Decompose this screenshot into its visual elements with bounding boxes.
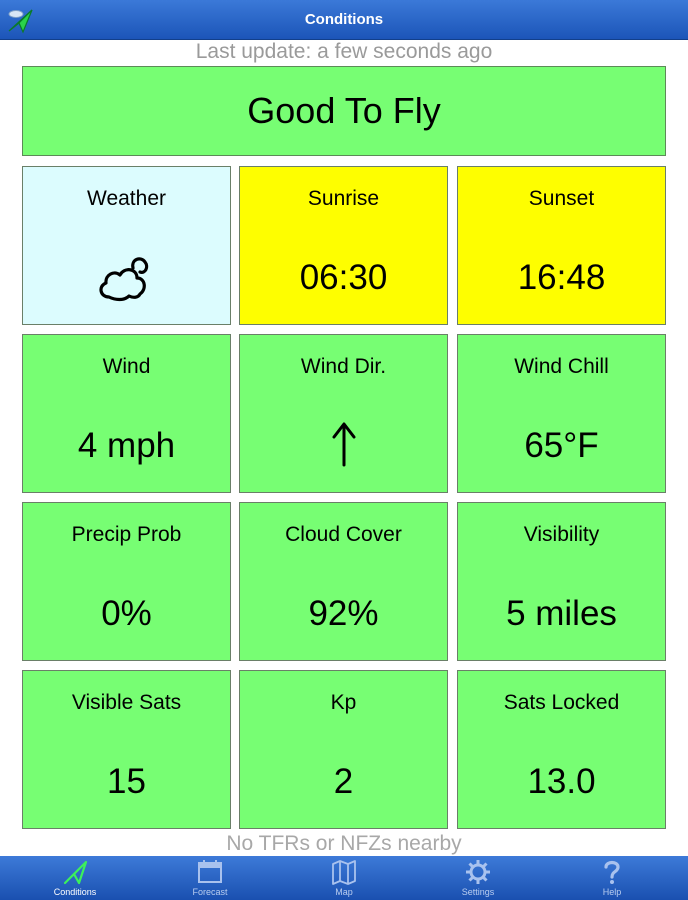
tab-label: Conditions	[53, 887, 97, 897]
tile-value: 2	[333, 762, 354, 801]
arrow-up-icon	[332, 422, 355, 467]
tile-value: 0%	[101, 594, 152, 633]
top-bar: Conditions	[0, 0, 688, 40]
tile-label: Sats Locked	[503, 691, 620, 714]
sunrise-tile[interactable]: Sunrise 06:30	[239, 166, 448, 325]
tab-label: Forecast	[192, 887, 228, 897]
visibility-tile[interactable]: Visibility 5 miles	[457, 502, 666, 661]
airspace-note: No TFRs or NFZs nearby	[226, 832, 462, 855]
paper-plane-icon	[63, 860, 88, 885]
tile-value: 16:48	[517, 258, 606, 297]
last-update-text: Last update: a few seconds ago	[195, 40, 493, 63]
gear-icon	[466, 860, 490, 884]
tab-conditions[interactable]: Conditions	[25, 856, 125, 900]
tile-value: 06:30	[299, 258, 388, 297]
tile-value: 5 miles	[506, 594, 617, 633]
tile-value: 15	[107, 762, 146, 801]
sats-locked-tile[interactable]: Sats Locked 13.0	[457, 670, 666, 829]
tile-label: Wind Chill	[514, 355, 609, 378]
page-title: Conditions	[304, 11, 384, 28]
wind-direction-tile[interactable]: Wind Dir.	[239, 334, 448, 493]
visible-sats-tile[interactable]: Visible Sats 15	[22, 670, 231, 829]
tab-help[interactable]: Help	[562, 856, 662, 900]
question-icon	[604, 860, 620, 884]
tile-value: 4 mph	[77, 426, 176, 465]
tile-label: Sunrise	[307, 187, 380, 210]
sunset-tile[interactable]: Sunset 16:48	[457, 166, 666, 325]
tab-label: Map	[335, 887, 353, 897]
precip-prob-tile[interactable]: Precip Prob 0%	[22, 502, 231, 661]
map-icon	[332, 860, 356, 885]
tab-map[interactable]: Map	[294, 856, 394, 900]
tab-label: Help	[602, 887, 622, 897]
weather-tile[interactable]: Weather	[22, 166, 231, 325]
tile-label: Visible Sats	[71, 691, 182, 714]
tile-label: Kp	[330, 691, 357, 714]
cloud-cover-tile[interactable]: Cloud Cover 92%	[239, 502, 448, 661]
tile-value: 92%	[308, 594, 379, 633]
tile-value: 65°F	[524, 426, 599, 465]
tab-label: Settings	[461, 887, 495, 897]
fly-status-banner: Good To Fly	[22, 66, 666, 156]
wind-chill-tile[interactable]: Wind Chill 65°F	[457, 334, 666, 493]
tile-label: Visibility	[523, 523, 600, 546]
tab-settings[interactable]: Settings	[428, 856, 528, 900]
tab-forecast[interactable]: Forecast	[160, 856, 260, 900]
tile-label: Wind	[102, 355, 151, 378]
calendar-icon	[198, 860, 222, 883]
tab-bar: Conditions Forecast Map Settings Help	[0, 856, 688, 900]
tile-label: Sunset	[528, 187, 595, 210]
wind-tile[interactable]: Wind 4 mph	[22, 334, 231, 493]
tile-label: Wind Dir.	[300, 355, 387, 378]
tile-label: Weather	[87, 187, 166, 210]
tile-label: Cloud Cover	[285, 523, 402, 546]
kp-index-tile[interactable]: Kp 2	[239, 670, 448, 829]
partly-cloudy-icon	[98, 257, 148, 302]
tile-label: Precip Prob	[71, 523, 182, 546]
tile-value: 13.0	[527, 762, 596, 801]
